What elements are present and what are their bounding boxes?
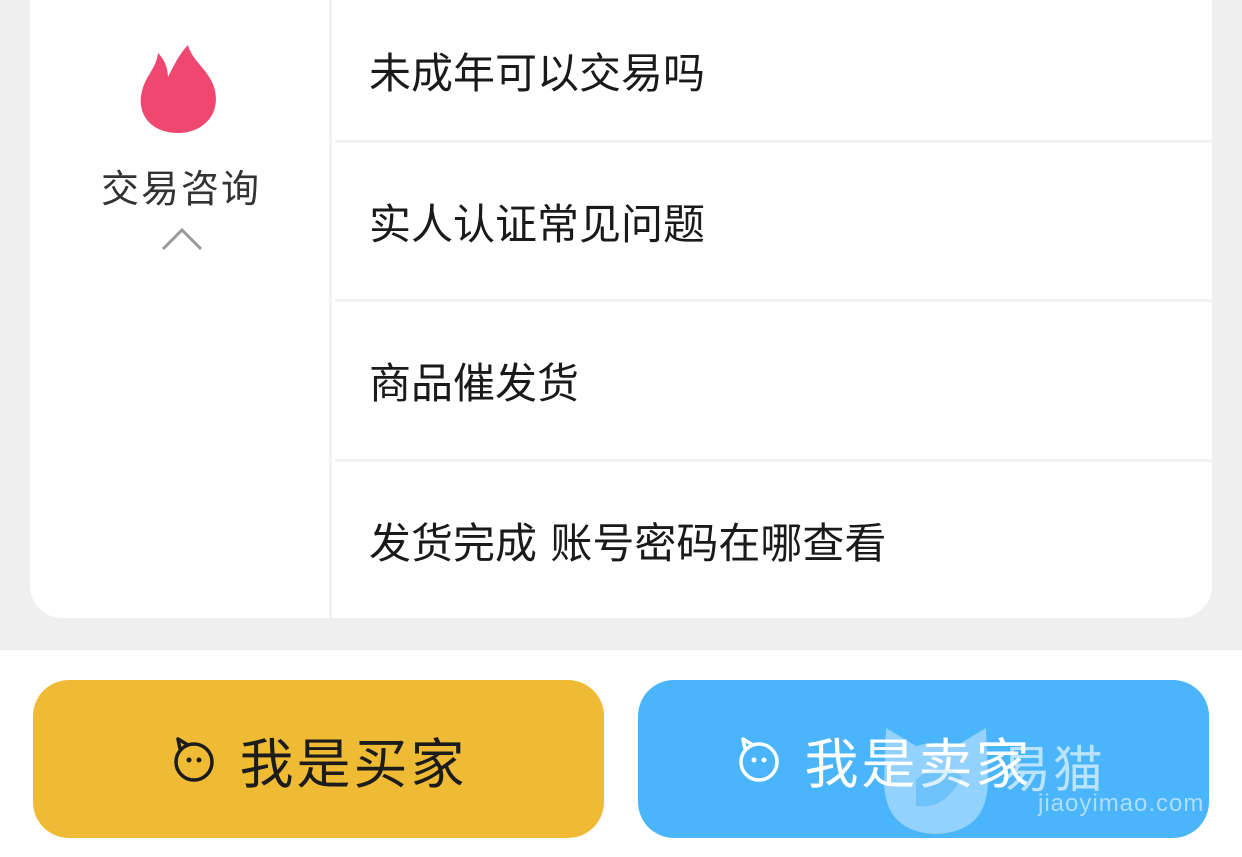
faq-item-account-password[interactable]: 发货完成 账号密码在哪查看: [335, 462, 1212, 618]
buyer-button[interactable]: 我是买家: [33, 680, 604, 838]
bottom-action-bar: 我是买家 我是卖家 易猫 jiaoyimao.com: [0, 650, 1242, 857]
faq-item-real-name-verification[interactable]: 实人认证常见问题: [335, 143, 1212, 302]
faq-item-minor-trading[interactable]: 未成年可以交易吗: [335, 0, 1212, 143]
seller-button[interactable]: 我是卖家 易猫 jiaoyimao.com: [638, 680, 1209, 838]
chevron-up-icon[interactable]: [160, 226, 204, 252]
faq-item-label: 发货完成 账号密码在哪查看: [369, 518, 887, 568]
faq-item-label: 实人认证常见问题: [369, 199, 706, 249]
watermark-domain: jiaoyimao.com: [1038, 790, 1205, 817]
category-label: 交易咨询: [100, 167, 261, 211]
face-icon: [173, 737, 214, 782]
flame-icon: [140, 45, 216, 133]
seller-button-label: 我是卖家: [804, 732, 1033, 796]
faq-item-label: 商品催发货: [369, 359, 580, 408]
category-panel[interactable]: 交易咨询: [30, 0, 332, 618]
faq-item-label: 未成年可以交易吗: [369, 48, 706, 98]
faq-card: 交易咨询 未成年可以交易吗 实人认证常见问题 商品催发货 发货完成 账号密码在哪…: [30, 0, 1212, 618]
buyer-button-label: 我是买家: [239, 732, 468, 796]
faq-item-urge-shipping[interactable]: 商品催发货: [335, 302, 1212, 462]
face-icon: [738, 737, 779, 782]
faq-list: 未成年可以交易吗 实人认证常见问题 商品催发货 发货完成 账号密码在哪查看: [335, 0, 1212, 618]
